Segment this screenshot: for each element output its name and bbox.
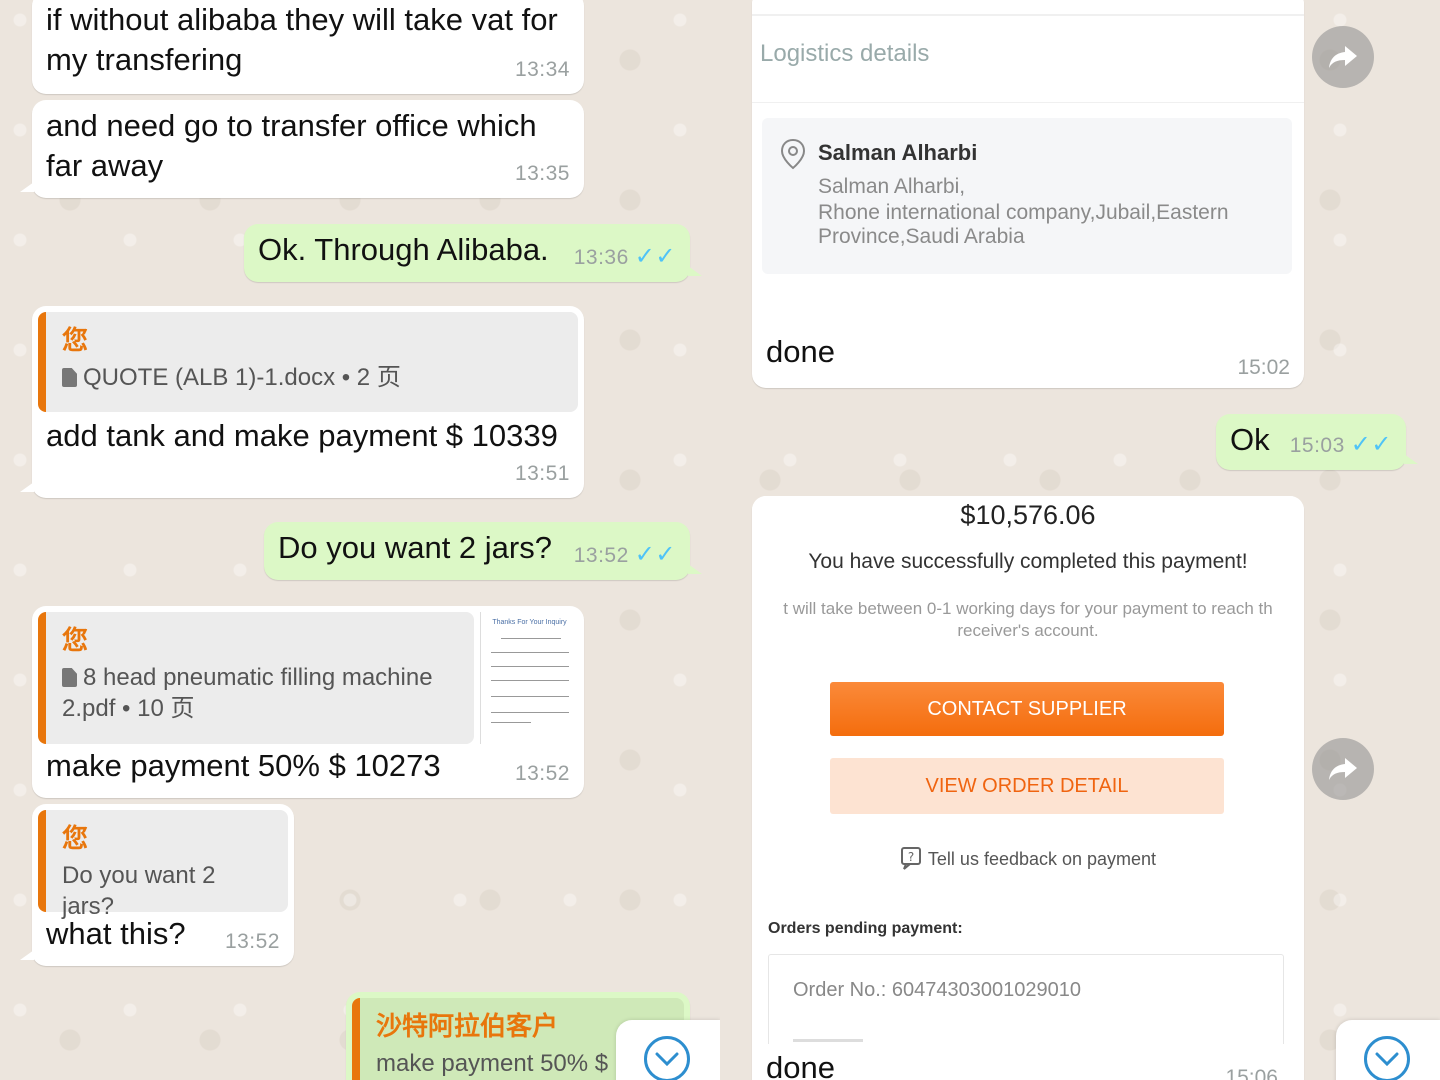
message-status: 13:52 ✓✓	[574, 535, 676, 576]
scroll-down-icon	[644, 1036, 690, 1080]
payment-screenshot: $10,576.06 You have successfully complet…	[752, 496, 1304, 1044]
payment-note: t will take between 0-1 working days for…	[752, 598, 1304, 642]
quote-document-name: QUOTE (ALB 1)-1.docx • 2 页	[83, 364, 401, 391]
read-ticks-icon: ✓✓	[1350, 431, 1392, 458]
contact-supplier-button: CONTACT SUPPLIER	[830, 682, 1224, 736]
address-line: Province,Saudi Arabia	[818, 225, 1025, 248]
logistics-screenshot: Logistics details Salman Alharbi Salman …	[752, 0, 1304, 310]
thumbnail-rule	[491, 680, 569, 681]
message-time: 15:06	[1225, 1066, 1278, 1080]
view-order-detail-button: VIEW ORDER DETAIL	[830, 758, 1224, 814]
forward-button[interactable]	[1312, 738, 1374, 800]
feedback-text: Tell us feedback on payment	[927, 849, 1157, 869]
quoted-message[interactable]: 您 Do you want 2 jars?	[38, 810, 288, 920]
message-time: 13:52	[224, 930, 280, 953]
quote-author: 您	[62, 325, 89, 355]
payment-note-line: receiver's account.	[957, 621, 1099, 640]
scroll-to-bottom-button[interactable]	[1336, 1020, 1440, 1080]
quote-document: QUOTE (ALB 1)-1.docx • 2 页	[62, 362, 562, 393]
quote-document: 8 head pneumatic filling machine 2.pdf •…	[62, 662, 458, 724]
message-time: 13:34	[514, 58, 570, 81]
right-chat-pane: Logistics details Salman Alharbi Salman …	[720, 0, 1440, 1080]
quoted-message[interactable]: 您 QUOTE (ALB 1)-1.docx • 2 页	[38, 312, 578, 412]
message-time: 13:51	[514, 462, 570, 485]
message-time: 15:02	[1237, 356, 1290, 379]
message-text: add tank and make payment $ 10339	[46, 418, 558, 453]
location-pin-icon	[780, 138, 806, 170]
feedback-link: ? Tell us feedback on payment	[752, 846, 1304, 870]
message-bubble[interactable]: 您 8 head pneumatic filling machine 2.pdf…	[32, 606, 584, 798]
read-ticks-icon: ✓✓	[634, 243, 676, 270]
recipient-name: Salman Alharbi	[818, 140, 978, 165]
image-message-logistics[interactable]: Logistics details Salman Alharbi Salman …	[752, 0, 1304, 388]
message-bubble[interactable]: 您 QUOTE (ALB 1)-1.docx • 2 页 add tank an…	[20, 306, 584, 498]
thumbnail-title: Thanks For Your Inquiry	[492, 619, 567, 626]
forward-button[interactable]	[1312, 26, 1374, 88]
forward-icon	[1329, 46, 1357, 68]
thumbnail-rule	[491, 696, 569, 697]
svg-text:?: ?	[908, 850, 914, 864]
message-bubble[interactable]: Ok. Through Alibaba. 13:36 ✓✓	[244, 224, 702, 282]
message-time: 13:35	[514, 162, 570, 185]
image-caption: done	[766, 334, 835, 369]
message-time: 13:52	[514, 762, 570, 785]
message-bubble[interactable]: Ok 15:03 ✓✓	[1216, 414, 1418, 470]
message-bubble[interactable]: and need go to transfer office which far…	[20, 100, 584, 198]
order-number: Order No.: 60474303001029010	[793, 979, 1082, 1001]
address-line: Rhone international company,Jubail,Easte…	[818, 201, 1229, 224]
feedback-icon: ?	[900, 847, 921, 870]
image-caption: done	[766, 1050, 835, 1080]
thumbnail-rule	[491, 712, 569, 713]
document-icon	[62, 668, 77, 687]
address-line: Salman Alharbi,	[818, 175, 966, 198]
message-text: if without alibaba they will take vat fo…	[46, 2, 558, 77]
message-time: 13:52	[573, 544, 629, 567]
forward-icon	[1329, 758, 1357, 780]
quote-document-name: 8 head pneumatic filling machine 2.pdf •…	[62, 664, 433, 722]
payment-note-line: t will take between 0-1 working days for…	[783, 599, 1273, 618]
quote-author: 您	[62, 823, 89, 853]
scroll-to-bottom-button[interactable]	[616, 1020, 720, 1080]
payment-success-text: You have successfully completed this pay…	[808, 550, 1248, 573]
orders-pending-label: Orders pending payment:	[768, 920, 963, 937]
payment-amount: $10,576.06	[960, 500, 1096, 530]
message-text: and need go to transfer office which far…	[46, 108, 537, 183]
thumbnail-rule	[491, 652, 569, 653]
message-text: make payment 50% $ 10273	[46, 748, 441, 783]
read-ticks-icon: ✓✓	[634, 541, 676, 568]
message-bubble[interactable]: Do you want 2 jars? 13:52 ✓✓	[264, 522, 702, 580]
pending-order-card: Order No.: 60474303001029010	[768, 954, 1284, 1044]
divider	[752, 102, 1304, 103]
scroll-down-icon	[1364, 1036, 1410, 1080]
quote-author: 您	[62, 625, 89, 655]
message-bubble[interactable]: if without alibaba they will take vat fo…	[32, 0, 584, 94]
logistics-title: Logistics details	[760, 40, 930, 67]
message-bubble[interactable]: 您 Do you want 2 jars? what this? 13:52	[20, 804, 294, 966]
document-icon	[62, 368, 77, 387]
message-time: 13:36	[573, 246, 629, 269]
thumbnail-rule	[491, 666, 569, 667]
message-text: what this?	[46, 916, 186, 951]
quoted-message[interactable]: 您 8 head pneumatic filling machine 2.pdf…	[38, 612, 474, 744]
thumbnail-rule	[501, 638, 561, 639]
image-message-payment[interactable]: $10,576.06 You have successfully complet…	[752, 496, 1304, 1080]
divider	[752, 14, 1304, 16]
address-box: Salman Alharbi Salman Alharbi, Rhone int…	[762, 118, 1292, 274]
document-thumbnail[interactable]: Thanks For Your Inquiry	[480, 612, 578, 744]
message-status: 13:36 ✓✓	[574, 237, 676, 278]
cut-off-row	[793, 1039, 863, 1042]
left-chat-pane: if without alibaba they will take vat fo…	[0, 0, 720, 1080]
thumbnail-rule	[491, 722, 531, 723]
message-status: 15:03 ✓✓	[1290, 425, 1392, 466]
quote-text: Do you want 2 jars?	[62, 862, 216, 920]
message-time: 15:03	[1289, 434, 1345, 457]
